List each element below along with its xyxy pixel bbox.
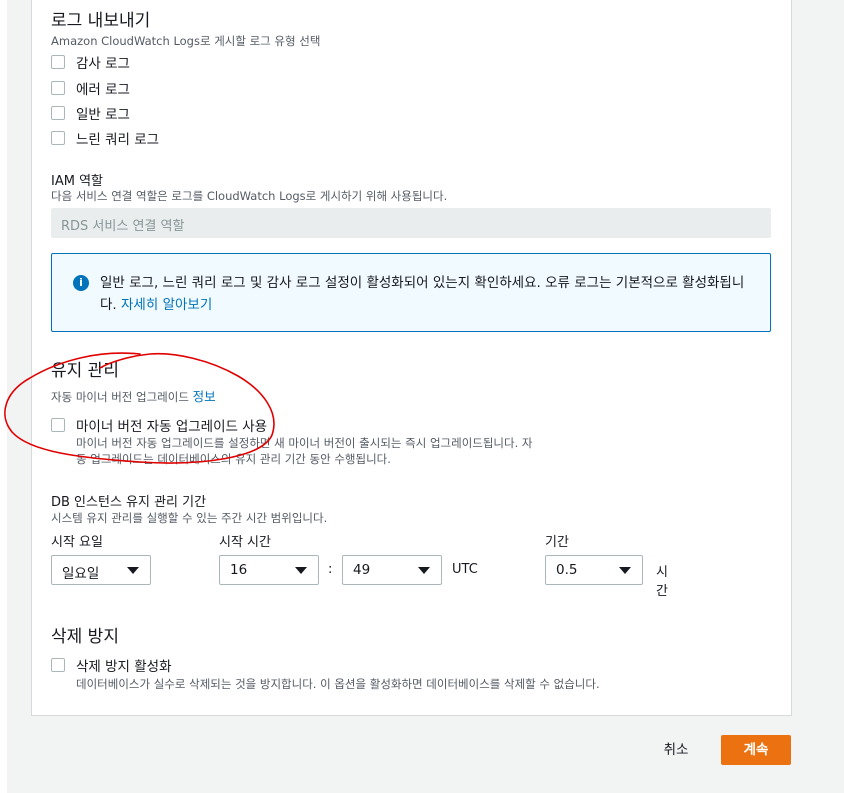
info-icon: i	[73, 275, 89, 291]
maintenance-window-description: 시스템 유지 관리를 실행할 수 있는 주간 시간 범위입니다.	[51, 511, 328, 525]
auto-minor-upgrade-desc-line1: 마이너 버전 자동 업그레이드를 설정하면 새 마이너 버전이 출시되는 즉시 …	[76, 436, 533, 450]
duration-value: 0.5	[556, 562, 578, 578]
start-day-label: 시작 요일	[51, 535, 103, 550]
start-minute-value: 49	[353, 562, 371, 578]
general-log-checkbox[interactable]	[51, 106, 65, 120]
iam-role-title: IAM 역할	[51, 174, 103, 189]
continue-button[interactable]: 계속	[721, 735, 791, 765]
deletion-protection-desc: 데이터베이스가 실수로 삭제되는 것을 방지합니다. 이 옵션을 활성화하면 데…	[76, 677, 600, 691]
audit-log-label: 감사 로그	[76, 56, 130, 72]
info-alert: i 일반 로그, 느린 쿼리 로그 및 감사 로그 설정이 활성화되어 있는지 …	[51, 253, 771, 332]
maintenance-window-title: DB 인스턴스 유지 관리 기간	[51, 495, 207, 510]
start-hour-select[interactable]: 16	[219, 555, 319, 585]
error-log-checkbox[interactable]	[51, 81, 65, 95]
start-time-label: 시작 시간	[219, 535, 271, 550]
cancel-button[interactable]: 취소	[652, 738, 700, 762]
start-day-value: 일요일	[62, 566, 100, 582]
auto-minor-upgrade-label: 마이너 버전 자동 업그레이드 사용	[76, 419, 268, 435]
start-hour-value: 16	[230, 562, 248, 578]
duration-unit-line2: 간	[656, 584, 668, 599]
maintenance-info-link[interactable]: 정보	[193, 389, 216, 404]
log-export-description: Amazon CloudWatch Logs로 게시할 로그 유형 선택	[51, 34, 321, 48]
info-alert-text: 일반 로그, 느린 쿼리 로그 및 감사 로그 설정이 활성화되어 있는지 확인…	[100, 272, 760, 316]
chevron-down-icon	[418, 567, 430, 574]
chevron-down-icon	[295, 567, 307, 574]
auto-minor-upgrade-checkbox[interactable]	[51, 418, 65, 432]
chevron-down-icon	[619, 567, 631, 574]
time-separator: :	[328, 562, 333, 577]
auto-upgrade-subtitle: 자동 마이너 버전 업그레이드 정보	[51, 386, 216, 405]
duration-label: 기간	[545, 535, 569, 550]
start-day-select[interactable]: 일요일	[51, 555, 151, 585]
iam-role-description: 다음 서비스 연결 역할은 로그를 CloudWatch Logs로 게시하기 …	[51, 189, 448, 203]
duration-select[interactable]: 0.5	[545, 555, 643, 585]
auto-upgrade-subtitle-text: 자동 마이너 버전 업그레이드	[51, 390, 189, 404]
timezone-label: UTC	[452, 562, 478, 577]
deletion-protection-checkbox[interactable]	[51, 658, 65, 672]
maintenance-title: 유지 관리	[51, 361, 119, 381]
learn-more-link[interactable]: 자세히 알아보기	[121, 297, 212, 313]
audit-log-checkbox[interactable]	[51, 55, 65, 69]
iam-role-field: RDS 서비스 연결 역할	[51, 208, 771, 238]
log-export-title: 로그 내보내기	[51, 11, 151, 31]
auto-minor-upgrade-desc-line2: 동 업그레이드는 데이터베이스의 유지 관리 기간 동안 수행됩니다.	[76, 452, 391, 466]
deletion-protection-label: 삭제 방지 활성화	[76, 659, 172, 675]
settings-panel	[31, 0, 792, 716]
duration-unit-line1: 시	[656, 565, 668, 580]
start-minute-select[interactable]: 49	[342, 555, 442, 585]
chevron-down-icon	[127, 567, 139, 574]
error-log-label: 에러 로그	[76, 82, 130, 98]
general-log-label: 일반 로그	[76, 107, 130, 123]
deletion-protection-title: 삭제 방지	[51, 627, 119, 647]
slow-query-log-checkbox[interactable]	[51, 131, 65, 145]
slow-query-log-label: 느린 쿼리 로그	[76, 132, 160, 148]
